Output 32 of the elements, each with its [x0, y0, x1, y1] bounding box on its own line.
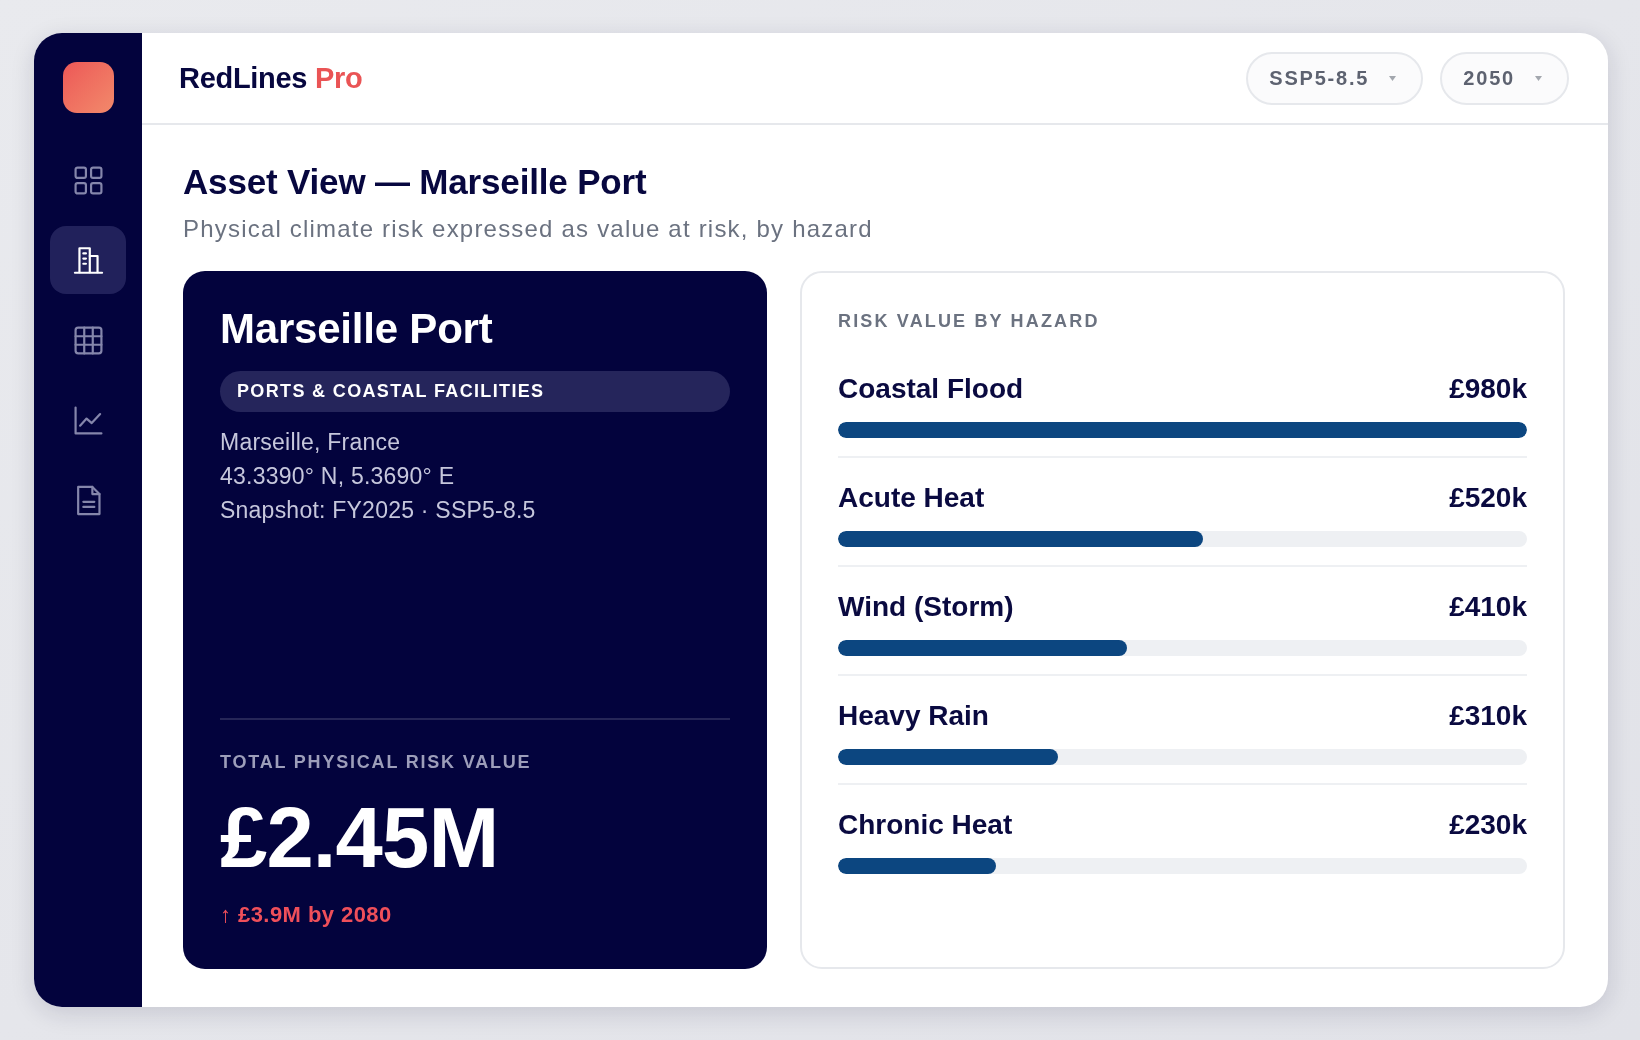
- year-dropdown[interactable]: 2050: [1440, 51, 1569, 105]
- total-label: TOTAL PHYSICAL RISK VALUE: [220, 751, 532, 774]
- brand-wordmark: RedLines Pro: [179, 61, 363, 96]
- hazard-value: £410k: [1449, 590, 1527, 624]
- hazard-value: £520k: [1449, 481, 1527, 515]
- table-icon: [72, 324, 104, 356]
- asset-detail-line: 43.3390° N, 5.3690° E: [220, 462, 455, 491]
- category-tag: PORTS & COASTAL FACILITIES: [220, 371, 730, 412]
- hazard-name: Heavy Rain: [838, 699, 989, 733]
- page-title: Asset View — Marseille Port: [183, 162, 647, 202]
- page-subtitle: Physical climate risk expressed as value at risk, by hazard: [183, 214, 873, 244]
- app-logo-icon: [62, 62, 114, 113]
- hazard-name: Acute Heat: [838, 481, 985, 515]
- hazard-value: £980k: [1449, 372, 1527, 406]
- line-chart-icon: [72, 404, 104, 436]
- projection-text: ↑ £3.9M by 2080: [220, 901, 392, 929]
- asset-name: Marseille Port: [220, 304, 493, 354]
- asset-detail-line: Snapshot: FY2025 · SSP5-8.5: [220, 496, 536, 525]
- caret-icon: [1535, 75, 1542, 81]
- total-value: £2.45M: [220, 793, 499, 883]
- nav-button[interactable]: [50, 226, 126, 294]
- caret-icon: [1389, 75, 1397, 81]
- hazard-name: Coastal Flood: [838, 372, 1024, 406]
- hazard-value: £310k: [1449, 699, 1527, 733]
- building-icon: [72, 244, 104, 276]
- grid-icon: [72, 164, 104, 196]
- panel-heading: RISK VALUE BY HAZARD: [838, 310, 1100, 333]
- hazard-value: £230k: [1449, 808, 1527, 842]
- hazard-name: Wind (Storm): [838, 590, 1014, 624]
- hazard-name: Chronic Heat: [838, 808, 1013, 842]
- asset-detail-line: Marseille, France: [220, 428, 401, 457]
- scenario-dropdown[interactable]: SSP5-8.5: [1246, 51, 1424, 105]
